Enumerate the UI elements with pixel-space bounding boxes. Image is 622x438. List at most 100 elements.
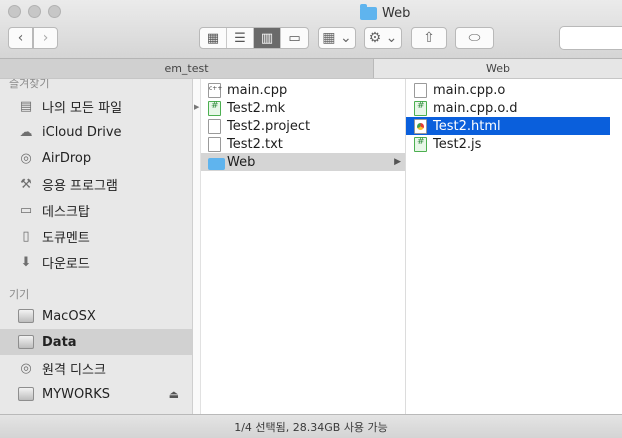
disk-icon xyxy=(18,334,34,350)
arrange-button[interactable]: ▦ ⌄ xyxy=(318,27,356,49)
chevron-right-icon: ▶ xyxy=(394,157,401,167)
sidebar-item-applications[interactable]: ⚒ 응용 프로그램 xyxy=(0,171,192,197)
status-bar: 1/4 선택됨, 28.34GB 사용 가능 xyxy=(0,414,622,438)
cover-flow-button[interactable]: ▭ xyxy=(281,28,308,48)
file-row[interactable]: Test2.txt xyxy=(201,135,405,153)
sidebar-item-label: 나의 모든 파일 xyxy=(42,100,123,116)
sidebar-item-desktop[interactable]: ▭ 데스크탑 xyxy=(0,197,192,223)
columns-icon: ▥ xyxy=(260,30,274,46)
tab-em-test[interactable]: em_test xyxy=(0,59,374,78)
forward-button[interactable]: › xyxy=(33,27,58,49)
source-file-icon xyxy=(414,100,427,116)
file-row[interactable]: Test2.mk xyxy=(201,99,405,117)
sidebar-item-data[interactable]: Data xyxy=(0,329,192,355)
download-icon: ⬇ xyxy=(20,254,32,270)
column-em-test: main.cpp Test2.mk Test2.project Test2.tx… xyxy=(201,79,406,414)
window-title: Web xyxy=(360,3,411,22)
chevron-left-icon: ‹ xyxy=(17,30,24,46)
file-name: Test2.js xyxy=(433,136,482,152)
sidebar-item-myworks[interactable]: MYWORKS ⏏ xyxy=(0,381,192,407)
file-row-selected[interactable]: Test2.html xyxy=(406,117,610,135)
back-button[interactable]: ‹ xyxy=(8,27,33,49)
tag-icon: ⬭ xyxy=(468,30,481,46)
grid-icon: ▦ xyxy=(206,30,220,46)
file-name: Test2.mk xyxy=(227,100,286,116)
disclosure-arrow-icon: ▶ xyxy=(194,103,200,111)
file-name: main.cpp xyxy=(227,82,288,98)
file-row[interactable]: main.cpp.o.d xyxy=(406,99,610,117)
zoom-window-button[interactable] xyxy=(48,5,61,18)
chevron-right-icon: › xyxy=(42,30,49,46)
documents-icon: ▯ xyxy=(22,228,30,244)
sidebar-item-label: AirDrop xyxy=(42,150,92,166)
sidebar-header-favorites: 즐겨찾기 xyxy=(9,79,50,90)
arrange-icon: ▦ ⌄ xyxy=(322,30,352,46)
folder-icon xyxy=(360,3,377,20)
column-web: main.cpp.o main.cpp.o.d Test2.html Test2… xyxy=(406,79,622,414)
cloud-icon: ☁ xyxy=(19,124,33,140)
text-file-icon xyxy=(208,136,221,152)
sidebar-item-label: 도큐멘트 xyxy=(42,230,90,246)
share-button[interactable]: ⇧ xyxy=(411,27,447,49)
sidebar-item-label: MacOSX xyxy=(42,308,96,324)
eject-icon[interactable]: ⏏ xyxy=(169,388,179,401)
tab-label: Web xyxy=(486,62,510,75)
document-icon xyxy=(208,118,221,134)
remote-disc-icon: ◎ xyxy=(20,360,32,376)
sidebar-item-label: 다운로드 xyxy=(42,256,90,272)
sidebar-item-macosx[interactable]: MacOSX xyxy=(0,303,192,329)
file-row[interactable]: Test2.js xyxy=(406,135,610,153)
file-name: Test2.project xyxy=(227,118,311,134)
file-name: main.cpp.o.d xyxy=(433,100,518,116)
sidebar-item-label: iCloud Drive xyxy=(42,124,122,140)
folder-icon xyxy=(208,155,225,170)
action-button[interactable]: ⚙ ⌄ xyxy=(364,27,402,49)
finder-window: Web ‹ › ▦ ☰ ▥ ▭ ▦ ⌄ ⚙ ⌄ ⇧ ⬭ em_test Web xyxy=(0,0,622,438)
column-view-button[interactable]: ▥ xyxy=(254,28,281,48)
window-title-text: Web xyxy=(382,5,411,21)
file-name: Test2.txt xyxy=(227,136,283,152)
sidebar-item-documents[interactable]: ▯ 도큐멘트 xyxy=(0,223,192,249)
tab-web[interactable]: Web xyxy=(374,59,622,78)
search-field[interactable] xyxy=(559,26,622,50)
tag-button[interactable]: ⬭ xyxy=(455,27,494,49)
toolbar: Web ‹ › ▦ ☰ ▥ ▭ ▦ ⌄ ⚙ ⌄ ⇧ ⬭ xyxy=(0,0,622,59)
makefile-icon xyxy=(208,100,221,116)
sidebar-item-label: 원격 디스크 xyxy=(42,362,106,378)
disk-icon xyxy=(18,386,34,402)
file-name: Test2.html xyxy=(433,118,501,134)
disk-icon xyxy=(18,308,34,324)
js-file-icon xyxy=(414,136,427,152)
close-window-button[interactable] xyxy=(8,5,21,18)
sidebar-item-label: 데스크탑 xyxy=(42,204,90,220)
file-name: main.cpp.o xyxy=(433,82,506,98)
icon-view-button[interactable]: ▦ xyxy=(200,28,227,48)
folder-row-web[interactable]: Web ▶ xyxy=(201,153,405,171)
desktop-icon: ▭ xyxy=(19,202,33,218)
share-icon: ⇧ xyxy=(423,30,435,46)
file-row[interactable]: main.cpp xyxy=(201,81,405,99)
html-file-icon xyxy=(414,118,427,134)
sidebar-item-downloads[interactable]: ⬇ 다운로드 xyxy=(0,249,192,275)
sidebar-item-airdrop[interactable]: ◎ AirDrop xyxy=(0,145,192,171)
minimize-window-button[interactable] xyxy=(28,5,41,18)
file-row[interactable]: Test2.project xyxy=(201,117,405,135)
tab-bar: em_test Web xyxy=(0,59,622,79)
sidebar: 즐겨찾기 ▤ 나의 모든 파일 ☁ iCloud Drive ◎ AirDrop… xyxy=(0,79,193,414)
list-icon: ☰ xyxy=(234,30,246,46)
column-divider[interactable]: ▶ xyxy=(193,79,201,414)
airdrop-icon: ◎ xyxy=(20,150,32,166)
tab-label: em_test xyxy=(164,62,209,75)
view-mode-selector: ▦ ☰ ▥ ▭ xyxy=(199,27,309,49)
status-text: 1/4 선택됨, 28.34GB 사용 가능 xyxy=(234,420,388,434)
sidebar-item-icloud-drive[interactable]: ☁ iCloud Drive xyxy=(0,119,192,145)
gear-icon: ⚙ ⌄ xyxy=(368,30,398,46)
sidebar-item-remote-disc[interactable]: ◎ 원격 디스크 xyxy=(0,355,192,381)
file-row[interactable]: main.cpp.o xyxy=(406,81,610,99)
sidebar-header-devices: 기기 xyxy=(9,288,30,301)
cpp-file-icon xyxy=(208,82,222,98)
list-view-button[interactable]: ☰ xyxy=(227,28,254,48)
document-icon xyxy=(414,82,427,98)
sidebar-item-all-files[interactable]: ▤ 나의 모든 파일 xyxy=(0,93,192,119)
sidebar-item-label: MYWORKS xyxy=(42,386,111,402)
